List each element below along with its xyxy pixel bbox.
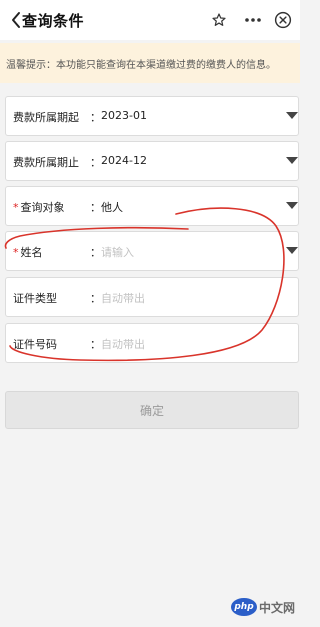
notice-banner: 温馨提示：本功能只能查询在本渠道缴过费的缴费人的信息。 xyxy=(0,43,300,83)
caret-down-icon xyxy=(286,247,298,254)
field-label-text: 查询对象 xyxy=(20,201,65,214)
field-colon: ： xyxy=(90,246,101,259)
field-label: 费款所属期起 xyxy=(13,111,79,124)
watermark-text: 中文网 xyxy=(259,600,296,615)
id-type-field[interactable]: 证件类型 ： 自动带出 xyxy=(5,277,299,317)
site-watermark: php 中文网 xyxy=(231,598,295,616)
name-input[interactable]: * 姓名 ： 请输入 xyxy=(5,231,299,271)
field-label: 证件号码 xyxy=(13,338,57,351)
field-placeholder: 请输入 xyxy=(101,246,134,259)
period-end-select[interactable]: 费款所属期止 ： 2024-12 xyxy=(5,141,299,181)
caret-down-icon xyxy=(286,112,298,119)
php-logo-icon: php xyxy=(231,598,257,616)
more-dots-icon[interactable] xyxy=(243,10,263,30)
field-value: 2024-12 xyxy=(101,154,147,167)
period-start-select[interactable]: 费款所属期起 ： 2023-01 xyxy=(5,96,299,136)
field-value: 他人 xyxy=(101,201,123,214)
top-bar: 查询条件 xyxy=(0,0,300,40)
close-icon[interactable] xyxy=(273,10,293,30)
required-mark: * xyxy=(13,246,19,259)
field-label-text: 姓名 xyxy=(20,246,43,259)
field-label: * 姓名 xyxy=(13,244,43,260)
field-colon: ： xyxy=(90,156,101,169)
star-icon[interactable] xyxy=(209,10,229,30)
query-target-select[interactable]: * 查询对象 ： 他人 xyxy=(5,186,299,226)
notice-text: 温馨提示：本功能只能查询在本渠道缴过费的缴费人的信息。 xyxy=(6,59,276,71)
field-colon: ： xyxy=(90,201,101,214)
required-mark: * xyxy=(13,201,19,214)
field-colon: ： xyxy=(90,292,101,305)
field-label: * 查询对象 xyxy=(13,199,65,215)
field-placeholder: 自动带出 xyxy=(101,338,145,351)
field-value: 2023-01 xyxy=(101,109,147,122)
id-number-field[interactable]: 证件号码 ： 自动带出 xyxy=(5,323,299,363)
field-placeholder: 自动带出 xyxy=(101,292,145,305)
field-label: 费款所属期止 xyxy=(13,156,79,169)
field-label: 证件类型 xyxy=(13,292,57,305)
caret-down-icon xyxy=(286,157,298,164)
page-title: 查询条件 xyxy=(22,12,85,30)
field-colon: ： xyxy=(90,338,101,351)
confirm-button[interactable]: 确定 xyxy=(5,391,299,429)
field-colon: ： xyxy=(90,111,101,124)
caret-down-icon xyxy=(286,202,298,209)
